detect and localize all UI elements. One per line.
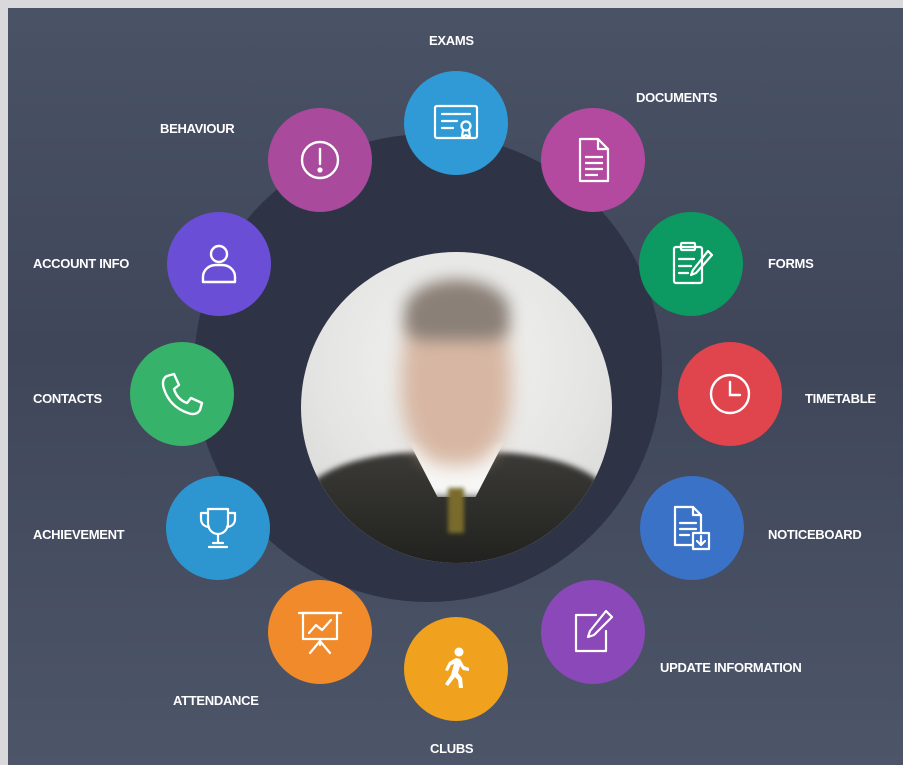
behaviour-label: BEHAVIOUR <box>160 121 235 136</box>
certificate-icon <box>433 104 479 140</box>
noticeboard-label: NOTICEBOARD <box>768 527 862 542</box>
running-person-icon <box>445 647 469 688</box>
exclamation-icon <box>300 140 340 180</box>
document-icon <box>578 137 610 183</box>
achievement-button[interactable] <box>166 476 270 580</box>
clubs-label: CLUBS <box>430 741 474 756</box>
update-information-label: UPDATE INFORMATION <box>660 660 802 675</box>
forms-button[interactable] <box>639 212 743 316</box>
timetable-button[interactable] <box>678 342 782 446</box>
phone-icon <box>161 372 204 416</box>
account-info-button[interactable] <box>167 212 271 316</box>
timetable-label: TIMETABLE <box>805 391 876 406</box>
clock-icon <box>709 373 751 415</box>
photo-hair <box>405 280 509 340</box>
dashboard-panel: EXAMS DOCUMENTS FORMS TIMETABLE NOTICEBO… <box>8 8 903 765</box>
account-info-label: ACCOUNT INFO <box>33 256 130 271</box>
exams-button[interactable] <box>404 71 508 175</box>
clubs-button[interactable] <box>404 617 508 721</box>
edit-note-icon <box>574 609 614 653</box>
attendance-button[interactable] <box>268 580 372 684</box>
achievement-label: ACHIEVEMENT <box>33 527 125 542</box>
form-edit-icon <box>672 241 714 285</box>
user-icon <box>201 244 237 284</box>
notice-download-icon <box>673 505 711 551</box>
contacts-button[interactable] <box>130 342 234 446</box>
photo-tie <box>448 488 464 533</box>
exams-label: EXAMS <box>429 33 474 48</box>
presentation-chart-icon <box>297 611 343 655</box>
documents-button[interactable] <box>541 108 645 212</box>
profile-photo[interactable] <box>301 252 612 563</box>
trophy-icon <box>199 507 237 549</box>
documents-label: DOCUMENTS <box>636 90 718 105</box>
attendance-label: ATTENDANCE <box>173 693 259 708</box>
behaviour-button[interactable] <box>268 108 372 212</box>
update-information-button[interactable] <box>541 580 645 684</box>
forms-label: FORMS <box>768 256 814 271</box>
contacts-label: CONTACTS <box>33 391 102 406</box>
noticeboard-button[interactable] <box>640 476 744 580</box>
